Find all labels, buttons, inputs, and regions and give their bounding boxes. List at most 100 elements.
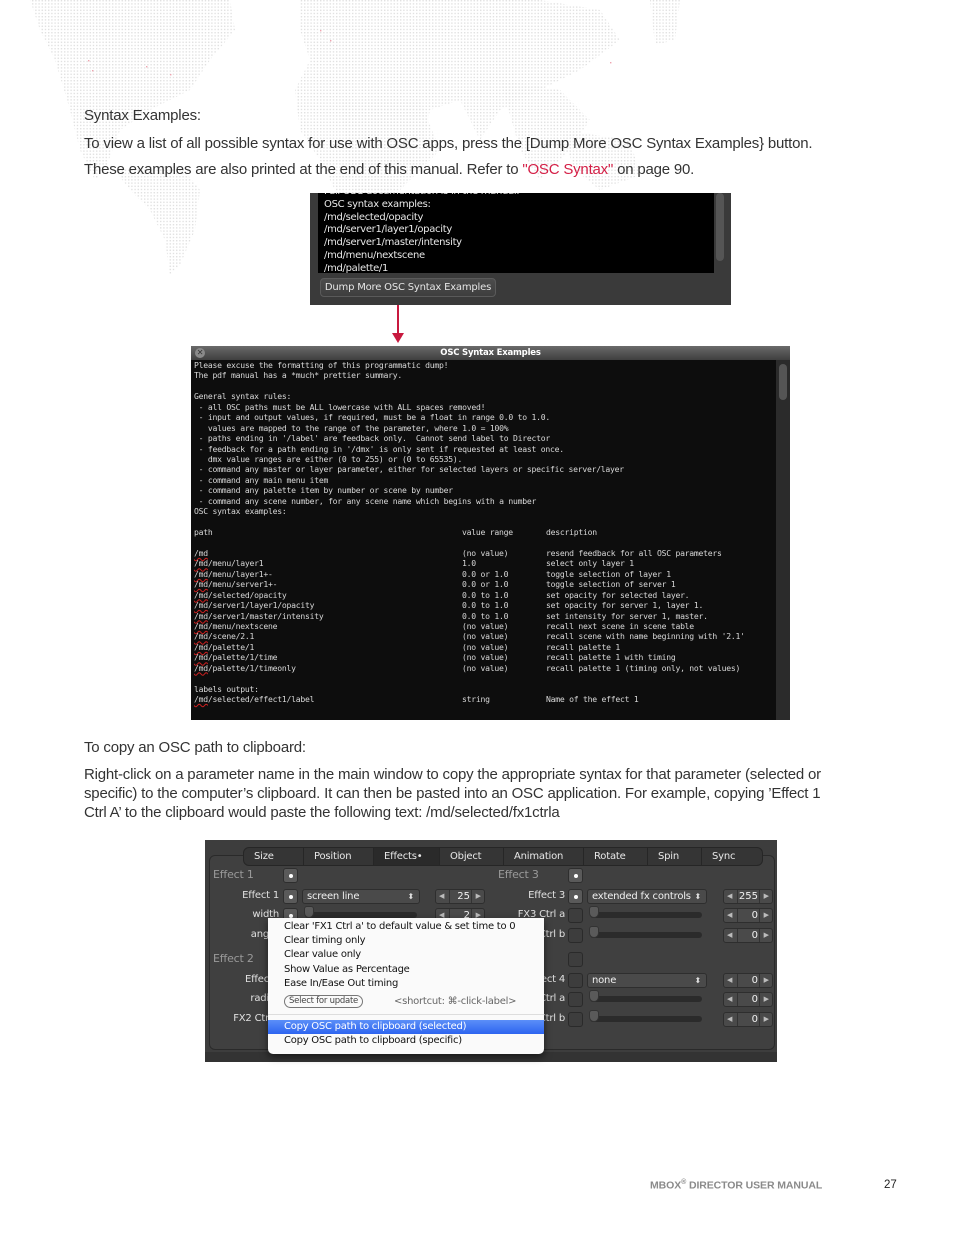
effect3-section-toggle[interactable] <box>568 868 583 883</box>
fx4-ctrl-b-slider[interactable] <box>590 1016 702 1022</box>
osc-examples-textarea: Full OSC documentation is in the manual.… <box>318 193 714 273</box>
cell-value-range: 0.0 or 1.0 <box>462 579 509 590</box>
menu-item-ease-timing[interactable]: Ease In/Ease Out timing <box>284 977 398 991</box>
effect1-toggle[interactable] <box>283 889 298 904</box>
fx3-ctrl-b-stepper[interactable]: ◀ 0 ▶ <box>723 928 773 943</box>
fx4-ctrl-a-stepper[interactable]: ◀ 0 ▶ <box>723 992 773 1007</box>
updown-icon: ⬍ <box>407 892 414 901</box>
table-row: /md/server1/master/intensity 0.0 to 1.0 se… <box>194 611 774 621</box>
fx3-ctrl-a-slider[interactable] <box>590 912 702 918</box>
menu-item-clear-default[interactable]: Clear 'FX1 Ctrl a' to default value & se… <box>284 920 516 934</box>
menu-item-clear-value[interactable]: Clear value only <box>284 948 361 962</box>
intro-line: - all OSC paths must be ALL lowercase wi… <box>194 401 486 412</box>
effect3-select[interactable]: extended fx controls ⬍ <box>587 889 707 904</box>
menu-item-clear-timing[interactable]: Clear timing only <box>284 934 366 948</box>
fx4-ctrl-b-knob[interactable] <box>589 1010 599 1022</box>
effect3-stepper[interactable]: ◀ 255 ▶ <box>723 889 773 904</box>
screenshot-osc-panel: Full OSC documentation is in the manual.… <box>310 193 731 305</box>
fx4-ctrl-a-toggle[interactable] <box>568 992 583 1007</box>
intro-line <box>194 517 774 527</box>
header-value-range: value range <box>462 527 513 537</box>
intro-line <box>194 381 774 391</box>
scrollbar-thumb[interactable] <box>779 364 787 400</box>
intro-line: Please excuse the formatting of this pro… <box>194 360 449 370</box>
intro-line: The pdf manual has a *much* prettier sum… <box>194 370 403 381</box>
menu-item-copy-osc-specific[interactable]: Copy OSC path to clipboard (specific) <box>284 1034 462 1048</box>
dump-osc-syntax-button[interactable]: Dump More OSC Syntax Examples <box>320 278 496 297</box>
cell-path: /md/scene/2.1 <box>194 631 255 642</box>
table-header: path value range description <box>194 527 774 537</box>
fx4-ctrl-b-toggle[interactable] <box>568 1012 583 1027</box>
radius-label[interactable]: radi <box>215 993 269 1004</box>
paragraph-examples-printed: These examples are also printed at the e… <box>84 160 694 179</box>
screenshot-effects-panel: Size Position Effects• Object Animation … <box>205 840 777 1062</box>
fx3-ctrl-b-toggle[interactable] <box>568 928 583 943</box>
cell-path: /md/menu/nextscene <box>194 620 278 631</box>
fx4-ctrl-a-knob[interactable] <box>589 990 599 1002</box>
fx3-ctrl-a-stepper[interactable]: ◀ 0 ▶ <box>723 908 773 923</box>
fx3-ctrl-b-knob[interactable] <box>589 926 599 938</box>
tab-effects[interactable]: Effects• <box>374 848 440 865</box>
cell-path: /md/menu/layer1 <box>194 558 264 569</box>
menu-item-show-percentage[interactable]: Show Value as Percentage <box>284 963 410 977</box>
effect2-label[interactable]: Effec <box>215 974 269 985</box>
cell-value-range: (no value) <box>462 631 509 642</box>
effect1-value: screen line <box>307 891 360 902</box>
cell-value-range: 0.0 to 1.0 <box>462 589 509 600</box>
section-effect1: Effect 1 <box>213 868 254 881</box>
effect3-value: extended fx controls <box>592 891 691 902</box>
width-slider-knob[interactable] <box>304 906 314 918</box>
cell-description: recall palette 1 with timing <box>546 652 676 663</box>
tab-position[interactable]: Position <box>304 848 374 865</box>
intro-line: - command any master or layer parameter,… <box>194 464 625 475</box>
effect1-label[interactable]: Effect 1 <box>215 890 279 901</box>
osc-syntax-link[interactable]: "OSC Syntax" <box>522 161 613 178</box>
fx3-ctrl-b-slider[interactable] <box>590 932 702 938</box>
tab-spin[interactable]: Spin <box>648 848 702 865</box>
menu-separator <box>268 1014 544 1015</box>
tab-rotate[interactable]: Rotate <box>584 848 648 865</box>
cell-path: /md/palette/1/timeonly <box>194 662 296 673</box>
cell-path: /md/menu/layer1+- <box>194 568 273 579</box>
effect3-toggle[interactable] <box>568 889 583 904</box>
screenshot-osc-syntax-window: ✕ OSC Syntax Examples Please excuse the … <box>191 346 790 720</box>
effect1-section-toggle[interactable] <box>283 868 298 883</box>
stepper-value: 0 <box>751 1014 758 1025</box>
effect1-select[interactable]: screen line ⬍ <box>302 889 420 904</box>
vertical-scrollbar[interactable] <box>776 360 790 720</box>
fx3-ctrl-a-toggle[interactable] <box>568 908 583 923</box>
effect4-select[interactable]: none ⬍ <box>587 973 707 988</box>
tab-object[interactable]: Object <box>440 848 504 865</box>
cell-value-range: 0.0 to 1.0 <box>462 600 509 611</box>
cell-path: /md/selected/opacity <box>194 589 287 600</box>
tab-size[interactable]: Size <box>244 848 304 865</box>
effect1-stepper[interactable]: ◀ 25 ▶ <box>435 889 485 904</box>
intro-line: - command any palette item by number or … <box>194 485 454 496</box>
intro-line: - paths ending in '/label' are feedback … <box>194 433 551 444</box>
effect4-toggle[interactable] <box>568 973 583 988</box>
fx3-ctrl-a-knob[interactable] <box>589 906 599 918</box>
angle-label[interactable]: ang <box>215 929 269 940</box>
cell-path: /md/server1/layer1/opacity <box>194 600 315 611</box>
fx2-ctrl-label[interactable]: FX2 Ctr <box>215 1013 269 1024</box>
cell-value-range: (no value) <box>462 620 509 631</box>
cell-path: /md/server1/master/intensity <box>194 610 324 621</box>
close-icon[interactable]: ✕ <box>195 348 205 358</box>
cell-value-range: (no value) <box>462 641 509 652</box>
scrollbar[interactable] <box>716 193 724 261</box>
cell-description: set intensity for server 1, master. <box>546 610 708 621</box>
table-row: /md/selected/effect1/label string Name o… <box>194 694 774 704</box>
tab-sync[interactable]: Sync <box>702 848 762 865</box>
select-for-update-button[interactable]: Select for update <box>284 995 364 1008</box>
fx4-ctrl-a-slider[interactable] <box>590 996 702 1002</box>
table-row: /md/palette/1/timeonly (no value) recall p… <box>194 663 774 673</box>
menu-item-copy-osc-selected[interactable]: Copy OSC path to clipboard (selected) <box>284 1020 467 1034</box>
fx4-ctrl-b-stepper[interactable]: ◀ 0 ▶ <box>723 1012 773 1027</box>
tab-animation[interactable]: Animation <box>504 848 584 865</box>
cell-description: recall next scene in scene table <box>546 620 694 631</box>
effect4-stepper[interactable]: ◀ 0 ▶ <box>723 973 773 988</box>
effect3-label[interactable]: Effect 3 <box>495 890 565 901</box>
table-row: /md/menu/layer1 1.0 select only layer 1 <box>194 558 774 568</box>
effect4-section-toggle[interactable] <box>568 952 583 967</box>
cell-value-range: 0.0 to 1.0 <box>462 610 509 621</box>
